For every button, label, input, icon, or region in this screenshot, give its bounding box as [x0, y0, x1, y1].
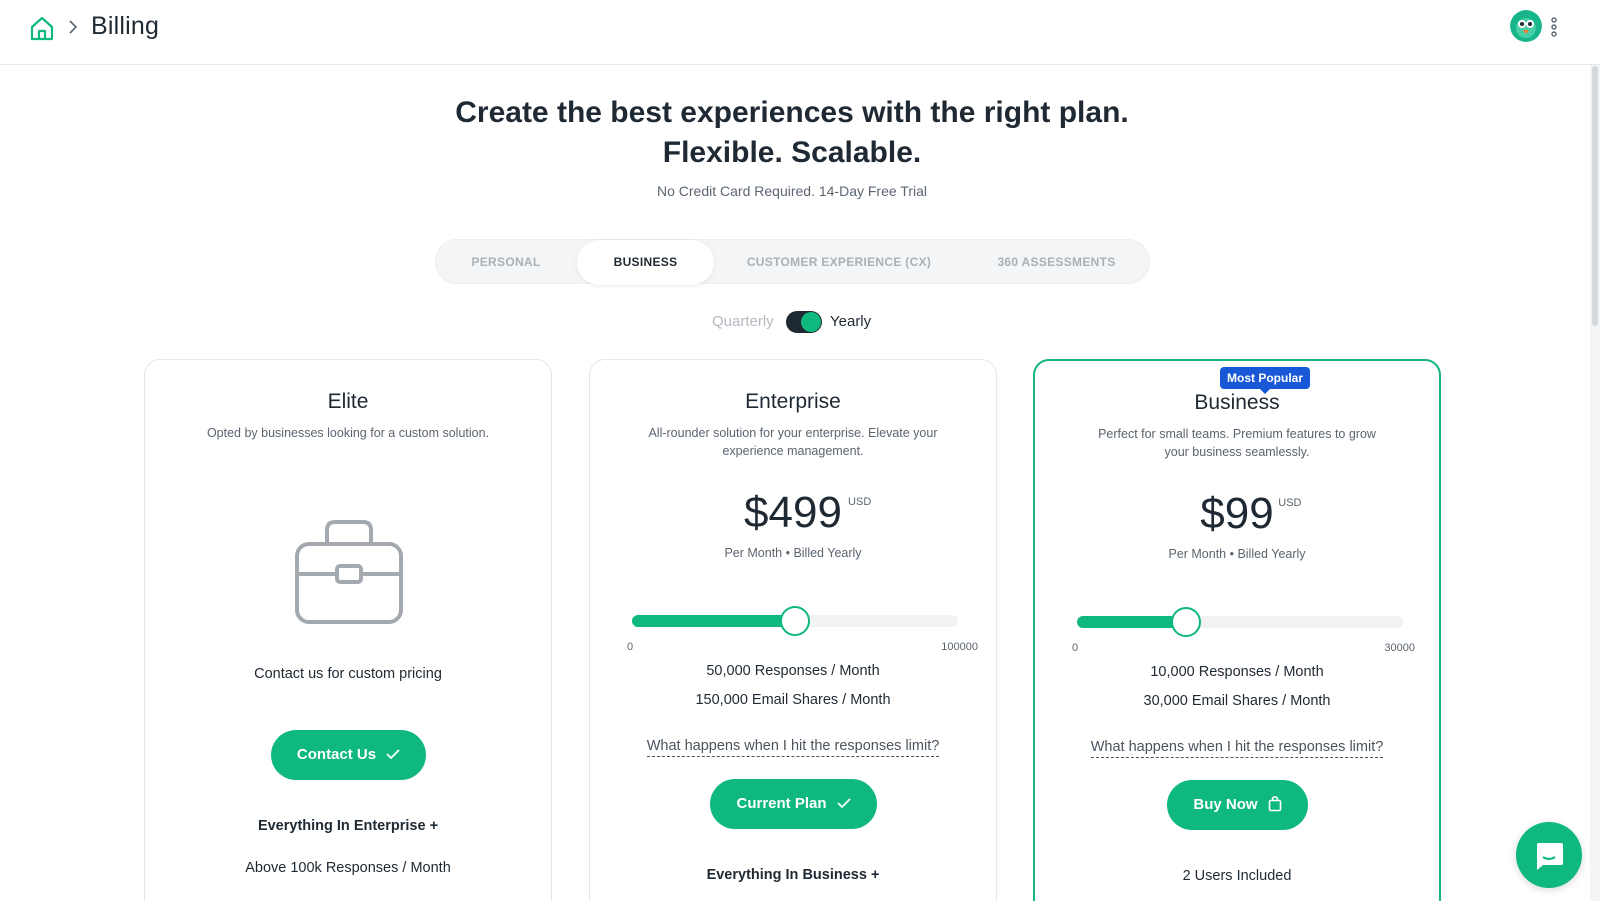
- current-plan-button[interactable]: Current Plan: [710, 779, 877, 829]
- current-plan-label: Current Plan: [736, 795, 827, 812]
- contact-us-label: Contact Us: [296, 746, 377, 763]
- plan-name: Business: [1194, 391, 1280, 414]
- more-vertical-icon[interactable]: [1548, 16, 1560, 38]
- plan-name: Elite: [327, 390, 369, 413]
- responses-per-month: 50,000 Responses / Month: [706, 663, 880, 679]
- slider-min-label: 0: [627, 641, 634, 653]
- slider-max-label: 30000: [1384, 642, 1415, 654]
- check-icon: [386, 748, 400, 759]
- yearly-label[interactable]: Yearly: [830, 313, 871, 330]
- custom-pricing-text: Contact us for custom pricing: [254, 666, 442, 682]
- most-popular-badge: Most Popular: [1220, 367, 1311, 394]
- feature-item: Above 100k Responses / Month: [245, 860, 451, 876]
- billing-period-text: Per Month • Billed Yearly: [1168, 547, 1306, 561]
- slider-fill: [1077, 616, 1186, 628]
- plan-price: $99 USD: [1035, 489, 1439, 539]
- responses-limit-link-text: What happens when I hit the responses li…: [1090, 739, 1384, 758]
- feature-item: 2 Users Included: [1182, 868, 1292, 884]
- responses-limit-link[interactable]: What happens when I hit the responses li…: [590, 738, 996, 757]
- slider-thumb[interactable]: [780, 606, 810, 636]
- responses-slider[interactable]: [632, 606, 958, 636]
- plan-card-elite: Elite Opted by businesses looking for a …: [144, 359, 552, 901]
- avatar[interactable]: [1510, 10, 1542, 42]
- tab-personal[interactable]: PERSONAL: [436, 240, 576, 285]
- everything-in-label: Everything In Business +: [706, 867, 880, 883]
- chevron-right-icon: [69, 20, 78, 34]
- tab-customer-experience[interactable]: CUSTOMER EXPERIENCE (CX): [714, 240, 964, 285]
- plan-card-enterprise: Enterprise All-rounder solution for your…: [589, 359, 997, 901]
- shopping-bag-icon: [1268, 795, 1281, 811]
- email-shares-per-month: 150,000 Email Shares / Month: [695, 692, 891, 708]
- chat-bubble-button[interactable]: [1516, 822, 1582, 888]
- plan-category-tabs: PERSONAL BUSINESS CUSTOMER EXPERIENCE (C…: [435, 239, 1150, 285]
- slider-max-label: 100000: [941, 641, 978, 653]
- price-amount: $499: [744, 488, 842, 537]
- top-bar: Billing: [0, 0, 1600, 65]
- price-currency: USD: [848, 496, 872, 508]
- price-currency: USD: [1278, 497, 1302, 509]
- plan-price: $499 USD: [590, 488, 996, 538]
- hero-subtitle: No Credit Card Required. 14-Day Free Tri…: [657, 183, 927, 199]
- everything-in-label: Everything In Enterprise +: [257, 818, 439, 834]
- buy-now-button[interactable]: Buy Now: [1167, 780, 1308, 830]
- slider-fill: [632, 615, 795, 627]
- home-icon[interactable]: [28, 14, 56, 42]
- toggle-knob: [801, 312, 821, 332]
- hero-title-line2: Flexible. Scalable.: [662, 136, 922, 169]
- billing-period-text: Per Month • Billed Yearly: [724, 546, 862, 560]
- billing-period-toggle[interactable]: [786, 311, 822, 333]
- slider-min-label: 0: [1072, 642, 1079, 654]
- plan-description: All-rounder solution for your enterprise…: [648, 426, 938, 458]
- plan-name: Enterprise: [745, 390, 841, 413]
- hero-title-line1: Create the best experiences with the rig…: [455, 96, 1129, 129]
- responses-limit-link-text: What happens when I hit the responses li…: [646, 738, 940, 757]
- chat-bubble-icon: [1537, 843, 1563, 870]
- tab-360-assessments[interactable]: 360 ASSESSMENTS: [964, 240, 1149, 285]
- tab-business[interactable]: BUSINESS: [577, 240, 714, 285]
- buy-now-label: Buy Now: [1193, 796, 1258, 813]
- responses-slider[interactable]: [1077, 607, 1403, 637]
- responses-limit-link[interactable]: What happens when I hit the responses li…: [1035, 739, 1439, 758]
- check-icon: [836, 797, 851, 808]
- quarterly-label[interactable]: Quarterly: [712, 313, 774, 330]
- slider-thumb[interactable]: [1170, 607, 1201, 637]
- page-title: Billing: [91, 12, 160, 40]
- plan-description: Opted by businesses looking for a custom…: [206, 426, 490, 440]
- briefcase-icon: [295, 520, 403, 624]
- scrollbar-thumb[interactable]: [1592, 66, 1598, 326]
- plan-card-business: Most Popular Business Perfect for small …: [1033, 359, 1441, 901]
- contact-us-button[interactable]: Contact Us: [271, 730, 426, 780]
- responses-per-month: 10,000 Responses / Month: [1150, 664, 1324, 680]
- email-shares-per-month: 30,000 Email Shares / Month: [1143, 693, 1331, 709]
- price-amount: $99: [1200, 489, 1274, 538]
- plan-description: Perfect for small teams. Premium feature…: [1098, 427, 1376, 459]
